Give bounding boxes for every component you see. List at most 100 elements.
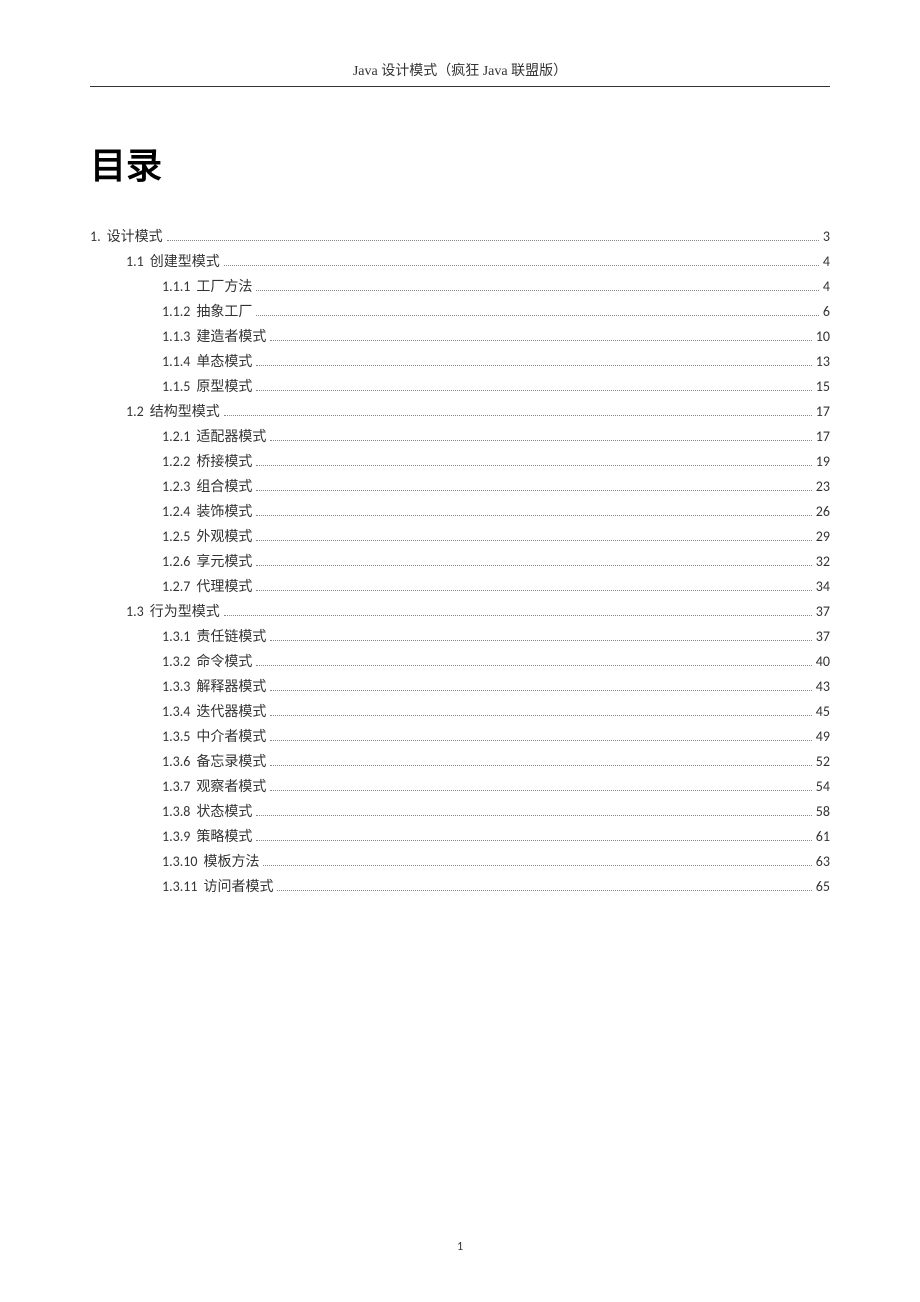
toc-entry[interactable]: 1.设计模式3 xyxy=(90,225,830,250)
toc-entry[interactable]: 1.1.4单态模式13 xyxy=(90,350,830,375)
toc-entry-page: 49 xyxy=(816,725,830,749)
toc-leader-dots xyxy=(224,265,819,266)
toc-entry-label: 工厂方法 xyxy=(196,276,252,300)
toc-leader-dots xyxy=(256,665,811,666)
toc-leader-dots xyxy=(270,440,811,441)
toc-entry[interactable]: 1.1.1工厂方法4 xyxy=(90,275,830,300)
toc-entry-label: 设计模式 xyxy=(107,226,163,250)
toc-entry-number: 1.3.8 xyxy=(162,800,190,824)
toc-entry[interactable]: 1.2.3组合模式23 xyxy=(90,475,830,500)
toc-entry[interactable]: 1.2.2桥接模式19 xyxy=(90,450,830,475)
page-number: 1 xyxy=(0,1240,920,1254)
toc-leader-dots xyxy=(270,790,811,791)
toc-entry-page: 61 xyxy=(816,825,830,849)
toc-entry-page: 58 xyxy=(816,800,830,824)
toc-entry[interactable]: 1.2.5外观模式29 xyxy=(90,525,830,550)
toc-entry[interactable]: 1.1.2抽象工厂6 xyxy=(90,300,830,325)
toc-entry[interactable]: 1.2结构型模式17 xyxy=(90,400,830,425)
toc-leader-dots xyxy=(270,340,811,341)
toc-entry-number: 1.1.3 xyxy=(162,325,190,349)
toc-entry-number: 1.1.2 xyxy=(162,300,190,324)
toc-leader-dots xyxy=(256,390,811,391)
toc-entry-label: 适配器模式 xyxy=(196,426,266,450)
toc-entry-label: 中介者模式 xyxy=(196,726,266,750)
toc-entry-number: 1.3.1 xyxy=(162,625,190,649)
toc-entry-number: 1.3.6 xyxy=(162,750,190,774)
toc-entry-page: 65 xyxy=(816,875,830,899)
toc-entry-label: 责任链模式 xyxy=(196,626,266,650)
toc-entry-number: 1.2.6 xyxy=(162,550,190,574)
toc-entry[interactable]: 1.2.4装饰模式26 xyxy=(90,500,830,525)
toc-leader-dots xyxy=(270,715,811,716)
toc-leader-dots xyxy=(256,540,811,541)
toc-entry[interactable]: 1.3.8状态模式 58 xyxy=(90,800,830,825)
toc-entry-number: 1.3.9 xyxy=(162,825,190,849)
toc-entry-label: 原型模式 xyxy=(196,376,252,400)
toc-entry-number: 1.2.1 xyxy=(162,425,190,449)
toc-entry-number: 1.2.2 xyxy=(162,450,190,474)
toc-leader-dots xyxy=(256,590,811,591)
toc-entry[interactable]: 1.1.3建造者模式 10 xyxy=(90,325,830,350)
toc-entry-page: 34 xyxy=(816,575,830,599)
toc-leader-dots xyxy=(270,640,811,641)
toc-entry-page: 43 xyxy=(816,675,830,699)
toc-entry[interactable]: 1.3.3解释器模式43 xyxy=(90,675,830,700)
toc-entry[interactable]: 1.1.5原型模式15 xyxy=(90,375,830,400)
toc-entry-label: 命令模式 xyxy=(196,651,252,675)
toc-entry[interactable]: 1.2.7代理模式 34 xyxy=(90,575,830,600)
toc-entry[interactable]: 1.3.2命令模式40 xyxy=(90,650,830,675)
toc-entry-number: 1.1.1 xyxy=(162,275,190,299)
toc-entry-page: 13 xyxy=(816,350,830,374)
toc-entry-label: 代理模式 xyxy=(196,576,252,600)
toc-heading: 目录 xyxy=(90,137,830,189)
toc-entry-label: 迭代器模式 xyxy=(196,701,266,725)
toc-entry[interactable]: 1.3.4迭代器模式 45 xyxy=(90,700,830,725)
toc-entry-number: 1.3.5 xyxy=(162,725,190,749)
toc-entry-page: 63 xyxy=(816,850,830,874)
toc-entry-page: 29 xyxy=(816,525,830,549)
toc-entry-page: 32 xyxy=(816,550,830,574)
toc-entry-page: 52 xyxy=(816,750,830,774)
toc-leader-dots xyxy=(263,865,811,866)
toc-entry-number: 1.2.7 xyxy=(162,575,190,599)
toc-entry-number: 1.2.4 xyxy=(162,500,190,524)
toc-entry[interactable]: 1.2.1适配器模式17 xyxy=(90,425,830,450)
toc-entry-page: 3 xyxy=(823,225,830,249)
document-page: Java 设计模式（疯狂 Java 联盟版） 目录 1.设计模式31.1创建型模… xyxy=(0,0,920,900)
toc-leader-dots xyxy=(256,565,811,566)
toc-entry-page: 19 xyxy=(816,450,830,474)
toc-entry-number: 1.3.2 xyxy=(162,650,190,674)
toc-entry-label: 创建型模式 xyxy=(150,251,220,275)
toc-entry-number: 1.3.7 xyxy=(162,775,190,799)
toc-entry-number: 1.3.4 xyxy=(162,700,190,724)
toc-entry-number: 1.2 xyxy=(126,400,144,424)
toc-entry[interactable]: 1.3行为型模式37 xyxy=(90,600,830,625)
toc-entry-page: 4 xyxy=(823,250,830,274)
toc-entry[interactable]: 1.3.10模板方法63 xyxy=(90,850,830,875)
toc-entry-number: 1.3 xyxy=(126,600,144,624)
toc-entry-number: 1.1.5 xyxy=(162,375,190,399)
toc-entry[interactable]: 1.3.1责任链模式37 xyxy=(90,625,830,650)
toc-entry-label: 组合模式 xyxy=(196,476,252,500)
toc-entry-label: 建造者模式 xyxy=(196,326,266,350)
toc-entry[interactable]: 1.3.5中介者模式 49 xyxy=(90,725,830,750)
toc-entry[interactable]: 1.1创建型模式4 xyxy=(90,250,830,275)
toc-leader-dots xyxy=(270,690,811,691)
toc-entry-label: 状态模式 xyxy=(196,801,252,825)
toc-entry-page: 37 xyxy=(816,600,830,624)
toc-entry-label: 观察者模式 xyxy=(196,776,266,800)
toc-entry[interactable]: 1.3.7观察者模式54 xyxy=(90,775,830,800)
toc-entry-label: 结构型模式 xyxy=(150,401,220,425)
toc-entry-label: 抽象工厂 xyxy=(196,301,252,325)
toc-entry-label: 策略模式 xyxy=(196,826,252,850)
toc-entry[interactable]: 1.2.6享元模式32 xyxy=(90,550,830,575)
toc-entry-page: 10 xyxy=(816,325,830,349)
toc-entry[interactable]: 1.3.6备忘录模式 52 xyxy=(90,750,830,775)
toc-leader-dots xyxy=(270,740,811,741)
toc-leader-dots xyxy=(256,840,811,841)
toc-leader-dots xyxy=(256,490,811,491)
toc-entry[interactable]: 1.3.9策略模式 61 xyxy=(90,825,830,850)
toc-entry-label: 备忘录模式 xyxy=(196,751,266,775)
toc-entry-page: 45 xyxy=(816,700,830,724)
toc-entry[interactable]: 1.3.11访问者模式65 xyxy=(90,875,830,900)
